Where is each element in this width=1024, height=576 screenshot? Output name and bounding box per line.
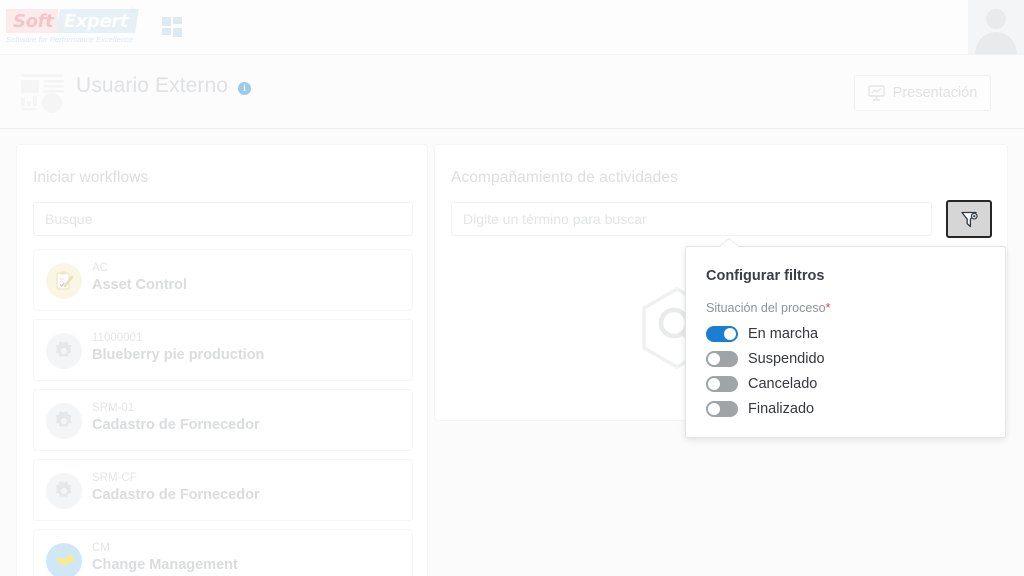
list-item[interactable]: CM Change Management (33, 529, 413, 576)
workflow-search-input[interactable]: Busque (33, 202, 413, 236)
toggle-label: Suspendido (748, 351, 825, 367)
toggle-switch-off[interactable] (706, 401, 738, 417)
presentation-screen-icon (867, 85, 885, 101)
list-item-code: 11000001 (92, 332, 143, 344)
panel-title-workflows: Iniciar workflows (33, 169, 149, 186)
list-item-name: Cadastro de Fornecedor (92, 487, 260, 503)
logo-expert-text: Expert (64, 10, 129, 32)
filter-button[interactable] (946, 200, 992, 238)
start-workflows-panel: Iniciar workflows Busque AC Asset Contro… (16, 144, 428, 576)
list-item-code: AC (92, 262, 108, 274)
required-marker: * (825, 300, 831, 315)
user-avatar-placeholder-icon (968, 0, 1024, 54)
list-item-name: Change Management (92, 557, 238, 573)
app-grid-cell (173, 28, 182, 37)
content-area: Iniciar workflows Busque AC Asset Contro… (0, 129, 1024, 576)
user-avatar[interactable] (968, 0, 1024, 54)
logo-tagline: Software for Performance Excellence (6, 35, 134, 44)
app-grid-icon[interactable] (162, 17, 182, 37)
presentation-button-label: Presentación (892, 85, 978, 101)
list-item-code: SRM-01 (92, 402, 135, 414)
page-header: Usuario Externo i Presentación (0, 55, 1024, 129)
toggle-label: Finalizado (748, 401, 815, 417)
activities-tracking-panel: Acompañamiento de actividades Digite un … (434, 144, 1008, 438)
toggle-row-cancelado[interactable]: Cancelado (706, 372, 817, 396)
list-item[interactable]: SRM-CF Cadastro de Fornecedor (33, 459, 413, 521)
activities-search-input[interactable]: Digite un término para buscar (451, 202, 932, 236)
registered-mark: ® (129, 8, 135, 15)
softexpert-logo[interactable]: Soft Expert ® Software for Performance E… (6, 8, 140, 45)
toggle-row-suspendido[interactable]: Suspendido (706, 347, 825, 371)
popup-arrow (718, 239, 740, 248)
logo-expert-block: Expert (56, 9, 140, 33)
list-item-code: SRM-CF (92, 472, 137, 484)
app-grid-cell (162, 17, 171, 26)
presentation-button[interactable]: Presentación (854, 75, 991, 111)
list-item-name: Blueberry pie production (92, 347, 265, 363)
gear-icon (46, 333, 82, 369)
toggle-knob (708, 403, 720, 415)
toggle-row-finalizado[interactable]: Finalizado (706, 397, 814, 421)
toggle-label: Cancelado (748, 376, 818, 392)
toggle-switch-on[interactable] (706, 326, 738, 342)
list-item[interactable]: SRM-01 Cadastro de Fornecedor (33, 389, 413, 451)
list-item-code: CM (92, 542, 110, 554)
toggle-switch-off[interactable] (706, 376, 738, 392)
funnel-filter-icon (960, 211, 978, 227)
page-title: Usuario Externo (76, 74, 229, 97)
configure-filters-popup: Configurar filtros Situación del proceso… (685, 246, 1006, 438)
top-bar: Soft Expert ® Software for Performance E… (0, 0, 1024, 55)
app-grid-cell (162, 28, 171, 35)
logo-soft-block: Soft (6, 9, 59, 33)
arrow-curve-icon (46, 543, 82, 576)
gear-icon (46, 403, 82, 439)
toggle-row-en-marcha[interactable]: En marcha (706, 322, 818, 346)
clipboard-pencil-icon (46, 263, 82, 299)
popup-title: Configurar filtros (706, 268, 825, 284)
dashboard-report-icon (19, 72, 67, 114)
list-item[interactable]: 11000001 Blueberry pie production (33, 319, 413, 381)
logo-soft-text: Soft (13, 10, 54, 32)
field-label-text: Situación del proceso (706, 301, 826, 315)
field-label-process-status: Situación del proceso* (706, 300, 831, 315)
list-item[interactable]: AC Asset Control (33, 249, 413, 311)
list-item-name: Cadastro de Fornecedor (92, 417, 260, 433)
app-grid-cell (173, 17, 182, 24)
list-item-name: Asset Control (92, 277, 188, 293)
toggle-label: En marcha (748, 326, 819, 342)
toggle-knob (724, 328, 736, 340)
gear-icon (46, 473, 82, 509)
panel-title-activities: Acompañamiento de actividades (451, 169, 678, 186)
toggle-knob (708, 353, 720, 365)
info-icon[interactable]: i (238, 82, 251, 95)
toggle-switch-off[interactable] (706, 351, 738, 367)
toggle-knob (708, 378, 720, 390)
